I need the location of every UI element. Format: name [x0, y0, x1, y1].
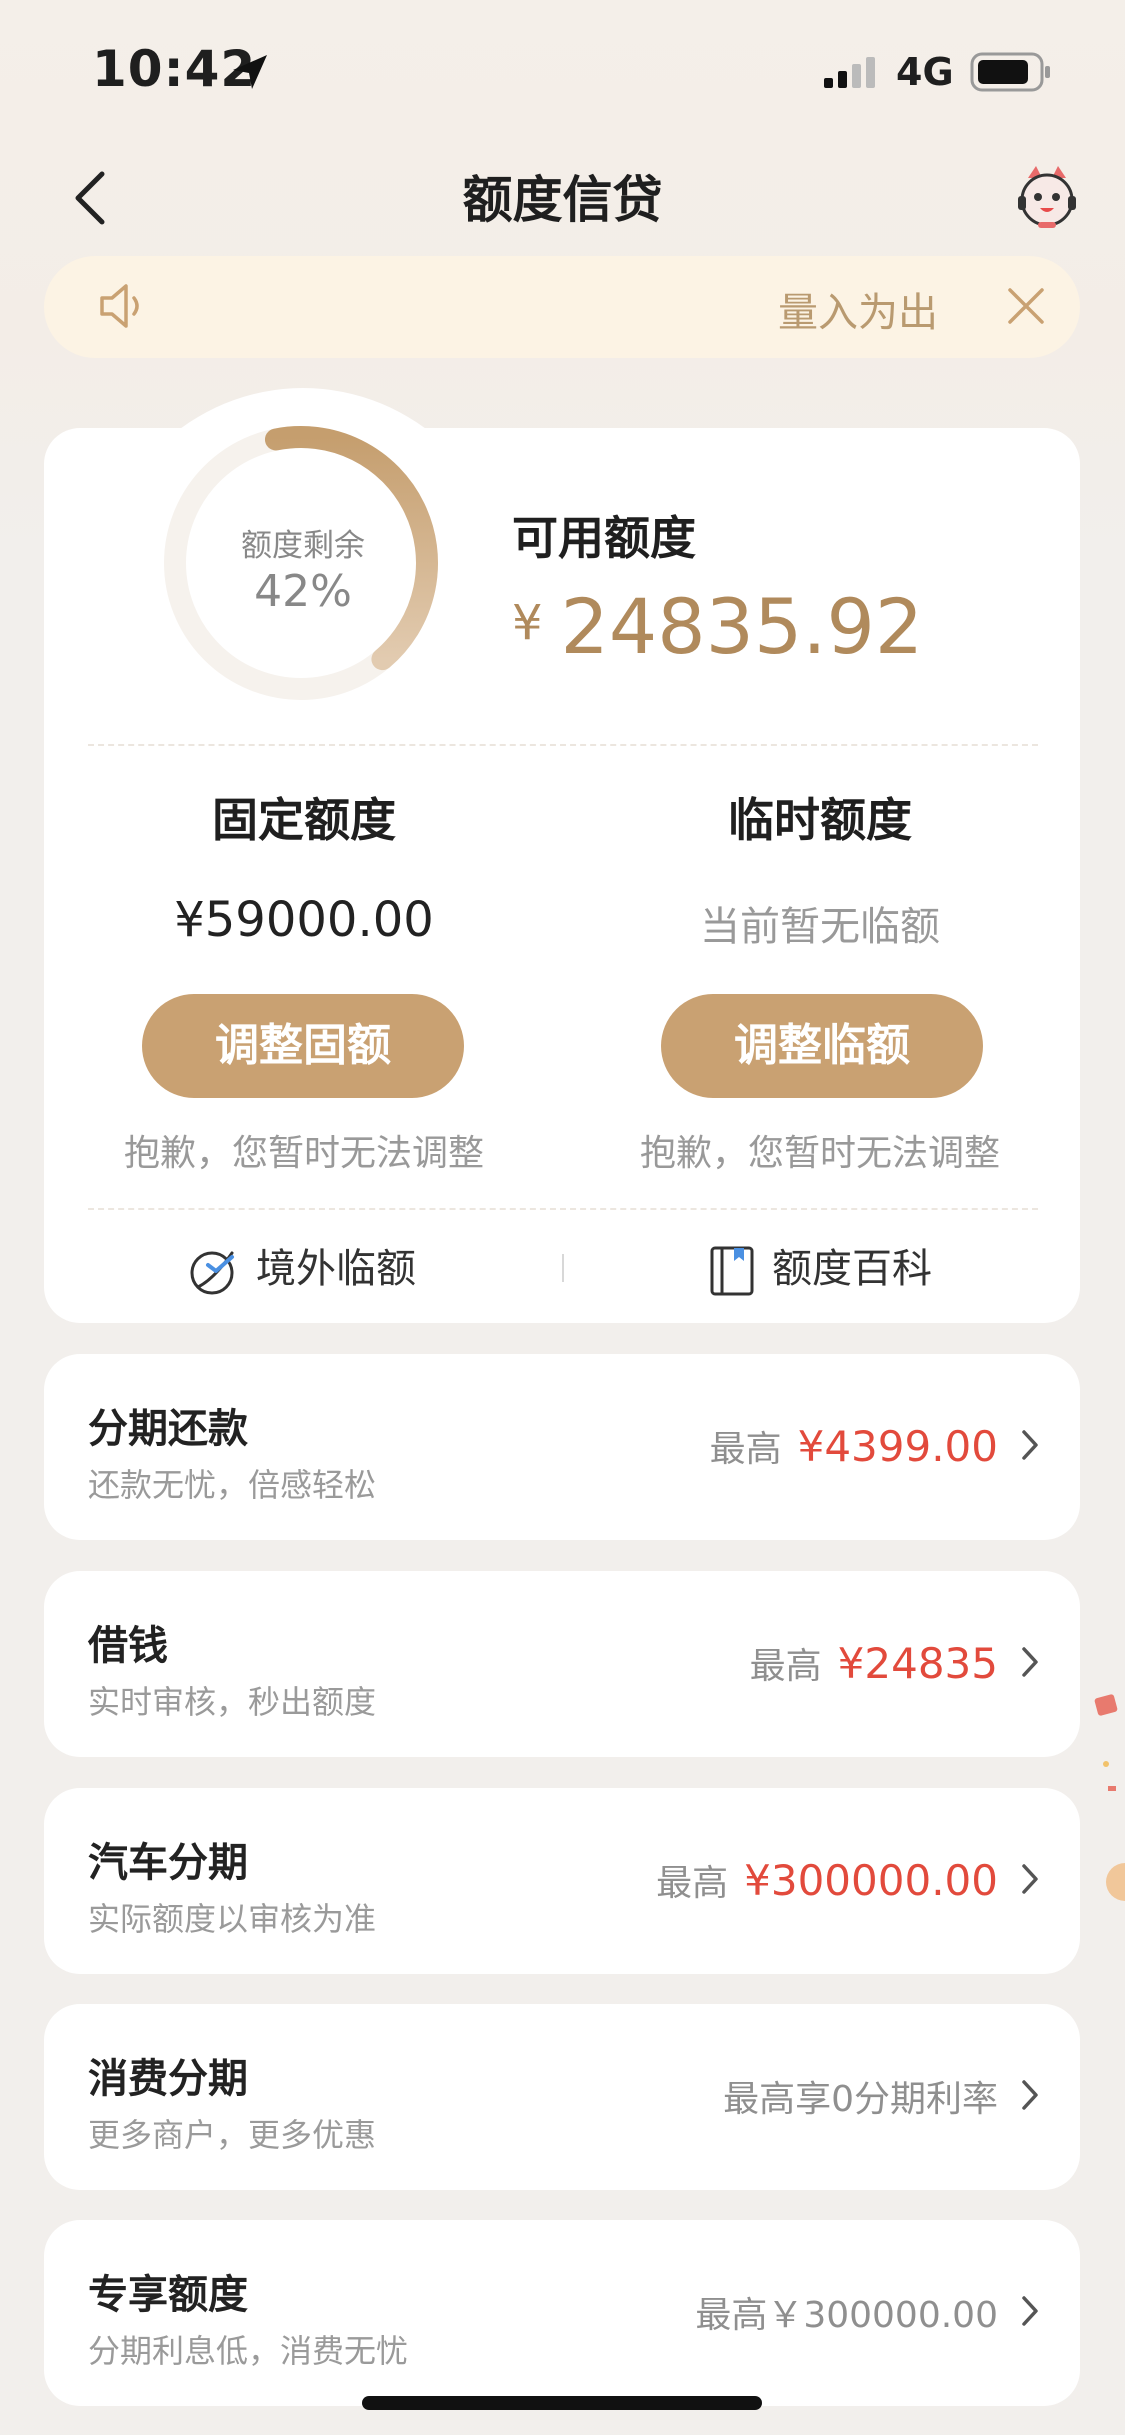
product-card-car-installment[interactable]: 汽车分期 实际额度以审核为准 最高 ¥300000.00 — [44, 1788, 1080, 1974]
page-title: 额度信贷 — [462, 171, 663, 229]
location-arrow-icon — [230, 52, 270, 96]
temp-credit-note: 抱歉，您暂时无法调整 — [639, 1133, 1000, 1174]
plane-globe-icon — [190, 1251, 234, 1295]
nav-bar: 额度信贷 — [0, 150, 1125, 240]
limit-prefix: 最高 — [656, 1863, 729, 1904]
product-name: 分期还款 — [88, 1406, 248, 1452]
temp-credit-title: 临时额度 — [728, 793, 912, 847]
chevron-right-icon — [1022, 2080, 1038, 2110]
limit-prefix: 最高￥300000.00 — [695, 2295, 998, 2336]
product-name: 消费分期 — [88, 2056, 248, 2102]
chevron-right-icon — [1022, 1647, 1038, 1677]
product-name: 借钱 — [88, 1623, 168, 1669]
fixed-credit-note: 抱歉，您暂时无法调整 — [123, 1133, 484, 1174]
limit-amount: ¥300000.00 — [744, 1856, 998, 1905]
product-limit: 最高 ¥4399.00 — [710, 1420, 998, 1472]
close-notice-button[interactable] — [1006, 286, 1046, 330]
book-icon — [710, 1246, 754, 1296]
product-card-consumer-installment[interactable]: 消费分期 更多商户，更多优惠 最高享0分期利率 — [44, 2004, 1080, 2190]
floating-coin-icon[interactable] — [1102, 1862, 1125, 1906]
status-bar: 10:42 4G — [0, 0, 1125, 140]
confetti-dot — [1100, 1760, 1120, 1798]
limit-prefix: 最高享0分期利率 — [723, 2079, 998, 2120]
overseas-temp-credit-link[interactable]: 境外临额 — [188, 1236, 416, 1296]
limit-amount: ¥24835 — [837, 1639, 998, 1688]
product-name: 专享额度 — [88, 2272, 248, 2318]
product-desc: 实际额度以审核为准 — [88, 1900, 377, 1938]
product-card-installment-repay[interactable]: 分期还款 还款无忧，倍感轻松 最高 ¥4399.00 — [44, 1354, 1080, 1540]
product-limit: 最高 ¥24835 — [750, 1637, 998, 1689]
limit-prefix: 最高 — [749, 1646, 822, 1687]
wiki-link-label: 额度百科 — [772, 1246, 932, 1292]
product-limit: 最高享0分期利率 — [723, 2070, 998, 2122]
product-desc: 更多商户，更多优惠 — [88, 2116, 377, 2154]
close-icon — [1008, 288, 1044, 324]
divider-dashed — [88, 744, 1038, 746]
signal-icon — [822, 56, 880, 94]
home-indicator — [362, 2396, 762, 2410]
ring-percent: 42% — [254, 566, 352, 617]
ring-label: 额度剩余 — [241, 528, 365, 564]
product-desc: 还款无忧，倍感轻松 — [88, 1466, 377, 1504]
speaker-icon — [96, 280, 146, 336]
divider-dashed — [88, 1208, 1038, 1210]
adjust-fixed-button[interactable]: 调整固额 — [142, 994, 464, 1098]
product-limit: 最高￥300000.00 — [695, 2286, 998, 2338]
chevron-right-icon — [1022, 2296, 1038, 2326]
product-card-exclusive-credit[interactable]: 专享额度 分期利息低，消费无忧 最高￥300000.00 — [44, 2220, 1080, 2406]
link-separator — [562, 1254, 564, 1282]
network-type: 4G — [896, 50, 954, 94]
assistant-avatar-icon[interactable] — [1012, 164, 1082, 238]
credit-wiki-link[interactable]: 额度百科 — [708, 1236, 932, 1296]
chevron-right-icon — [1022, 1430, 1038, 1460]
product-limit: 最高 ¥300000.00 — [656, 1854, 998, 1906]
product-desc: 分期利息低，消费无忧 — [88, 2332, 409, 2370]
fixed-credit-value: ¥59000.00 — [174, 892, 434, 948]
notice-text: 量入为出 — [778, 290, 938, 336]
available-amount-value: 24835.92 — [560, 582, 924, 671]
limit-amount: ¥4399.00 — [797, 1422, 998, 1471]
temp-credit-value: 当前暂无临额 — [700, 904, 940, 950]
battery-icon — [970, 52, 1052, 96]
overseas-link-label: 境外临额 — [256, 1246, 416, 1292]
currency-symbol: ¥ — [512, 595, 543, 651]
available-credit-label: 可用额度 — [512, 511, 696, 565]
notice-bar: 量入为出 — [44, 256, 1080, 358]
limit-prefix: 最高 — [709, 1429, 782, 1470]
product-desc: 实时审核，秒出额度 — [88, 1683, 377, 1721]
fixed-credit-title: 固定额度 — [212, 793, 396, 847]
available-credit-amount: ¥24835.92 — [512, 582, 923, 671]
adjust-temp-button[interactable]: 调整临额 — [661, 994, 983, 1098]
floating-red-packet-icon[interactable] — [1094, 1694, 1118, 1720]
product-card-borrow[interactable]: 借钱 实时审核，秒出额度 最高 ¥24835 — [44, 1571, 1080, 1757]
product-name: 汽车分期 — [88, 1840, 248, 1886]
chevron-right-icon — [1022, 1864, 1038, 1894]
